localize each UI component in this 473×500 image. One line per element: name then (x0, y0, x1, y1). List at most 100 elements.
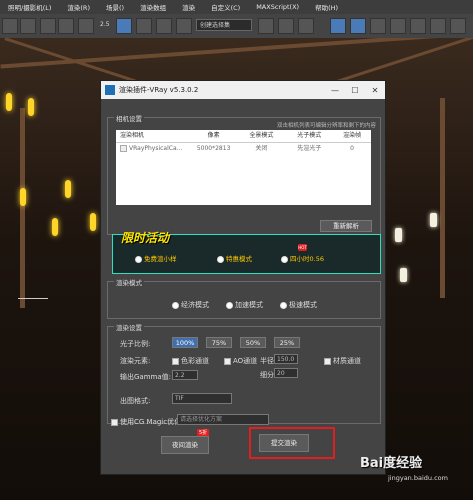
lamp-white (395, 228, 402, 242)
mirror-icon[interactable] (258, 18, 274, 34)
col-header: 像素 (207, 132, 220, 139)
radio-icon (280, 301, 287, 309)
move-tool-icon[interactable] (20, 18, 36, 34)
wooden-post (20, 108, 25, 308)
col-header: 渲染相机 (120, 132, 145, 139)
cell-frame: 0 (350, 145, 354, 152)
render-setup-icon[interactable] (330, 18, 346, 34)
minimize-icon[interactable]: — (325, 86, 345, 95)
gizmo-arrow (18, 298, 48, 299)
row-checkbox[interactable] (120, 145, 127, 152)
percent-snap-icon[interactable] (156, 18, 172, 34)
night-render-button[interactable]: 夜间渲染 (161, 436, 209, 454)
material-editor-icon[interactable] (390, 18, 406, 34)
cg-magic-dropdown[interactable]: 请选择优化方案 (177, 414, 269, 425)
vray-icon[interactable] (430, 18, 446, 34)
promo-option-label: 特惠模式 (226, 255, 252, 263)
link-tool-icon[interactable] (78, 18, 94, 34)
cg-magic-label: 使用CG Magic优化 (120, 418, 182, 426)
menu-item[interactable]: 渲染(R) (59, 2, 98, 12)
render-mode-group: 渲染模式 经济模式 加速模式 极速模式 (107, 277, 381, 319)
frame-buffer-icon[interactable] (450, 18, 466, 34)
ratio-75-button[interactable]: 75% (206, 337, 232, 348)
cg-magic-checkbox[interactable]: 使用CG Magic优化 (111, 417, 181, 427)
mode-accelerate[interactable]: 加速模式 (226, 300, 263, 310)
elem-material-label: 材质通道 (333, 357, 361, 365)
align-icon[interactable] (278, 18, 294, 34)
ceiling-beam (0, 38, 473, 69)
baidu-watermark: Bai度经验 (360, 456, 423, 471)
radius-field[interactable]: 150.0 (274, 354, 298, 364)
submit-highlight-frame (249, 427, 335, 459)
lantern-light (6, 93, 12, 111)
lantern-light (28, 98, 34, 116)
elem-ao-checkbox[interactable]: AO通道 (224, 356, 257, 366)
render-settings-group: 渲染设置 光子比例: 100% 75% 50% 25% 渲染元素: 色彩通道 A… (107, 322, 381, 424)
dialog-titlebar: 渲染插件-VRay v5.3.0.2 — ☐ ✕ (101, 81, 385, 99)
menu-item[interactable]: MAXScript(X) (248, 3, 307, 11)
subdiv-field[interactable]: 20 (274, 368, 298, 378)
elem-color-checkbox[interactable]: 色彩通道 (172, 356, 209, 366)
ratio-100-button[interactable]: 100% (172, 337, 198, 348)
teapot-icon[interactable] (410, 18, 426, 34)
menu-item[interactable]: 渲染 (174, 2, 203, 12)
ratio-25-button[interactable]: 25% (274, 337, 300, 348)
camera-name: VRayPhysicalCa... (129, 145, 183, 152)
render-frame-icon[interactable] (350, 18, 366, 34)
hot-badge: HOT (298, 244, 307, 251)
checkbox-icon (324, 357, 331, 365)
cell-pixels: 5000*2813 (196, 145, 231, 152)
ratio-50-button[interactable]: 50% (240, 337, 266, 348)
cell-panorama: 关闭 (255, 145, 268, 152)
main-toolbar: 2.5 创建选择集 (0, 14, 473, 39)
radio-icon (226, 301, 233, 309)
checkbox-icon (224, 357, 231, 365)
camera-table: 渲染相机 像素 全景模式 光子模式 渲染帧 VRayPhysicalCa... … (116, 130, 371, 205)
menu-item[interactable]: 场景() (98, 2, 132, 12)
promo-four-hours[interactable]: 四小时0.56 (281, 253, 324, 263)
reparse-button[interactable]: 重新解析 (320, 220, 372, 232)
rotate-tool-icon[interactable] (40, 18, 56, 34)
maximize-icon[interactable]: ☐ (345, 86, 365, 95)
menu-item[interactable]: 照明/摄影机(L) (0, 2, 59, 12)
elem-material-checkbox[interactable]: 材质通道 (324, 356, 361, 366)
wooden-post (440, 98, 445, 298)
photon-ratio-label: 光子比例: (120, 340, 151, 348)
lantern-light (90, 213, 96, 231)
lantern-light (20, 188, 26, 206)
menu-item[interactable]: 渲染数组 (132, 2, 174, 12)
snap-toggle-icon[interactable] (116, 18, 132, 34)
select-tool-icon[interactable] (2, 18, 18, 34)
format-select[interactable]: TIF (172, 393, 232, 404)
promo-free-sample[interactable]: 免费渲小样 (135, 253, 177, 263)
menu-item[interactable]: 自定义(C) (203, 2, 248, 12)
promo-option-label: 四小时0.56 (290, 255, 324, 263)
promo-discount-mode[interactable]: 特惠模式 (217, 253, 252, 263)
mode-economy[interactable]: 经济模式 (172, 300, 209, 310)
promo-banner: 限时活动 免费渲小样 特惠模式 四小时0.56 (112, 231, 381, 274)
col-header: 渲染帧 (343, 132, 362, 139)
mode-label: 极速模式 (289, 301, 317, 309)
promo-option-label: 免费渲小样 (144, 255, 177, 263)
table-header: 渲染相机 像素 全景模式 光子模式 渲染帧 (116, 130, 371, 143)
gamma-field[interactable]: 2.2 (172, 370, 198, 380)
render-mode-label: 渲染模式 (114, 277, 144, 287)
snap-value: 2.5 (100, 21, 110, 28)
lamp-white (430, 213, 437, 227)
elem-ao-label: AO通道 (233, 357, 258, 365)
menu-bar: 照明/摄影机(L) 渲染(R) 场景() 渲染数组 渲染 自定义(C) MAXS… (0, 0, 473, 14)
layer-icon[interactable] (298, 18, 314, 34)
mode-extreme[interactable]: 极速模式 (280, 300, 317, 310)
close-icon[interactable]: ✕ (365, 86, 385, 95)
table-row[interactable]: VRayPhysicalCa... 5000*2813 关闭 先渲光子 0 (116, 143, 371, 155)
camera-hint: 双击相机列表可编辑分辨率和剩下的内容 (276, 123, 376, 129)
angle-snap-icon[interactable] (136, 18, 152, 34)
render-icon[interactable] (370, 18, 386, 34)
menu-item[interactable]: 帮助(H) (307, 2, 346, 12)
scale-tool-icon[interactable] (58, 18, 74, 34)
radio-icon (172, 301, 179, 309)
gamma-label: 输出Gamma值: (120, 373, 171, 381)
spinner-snap-icon[interactable] (176, 18, 192, 34)
selection-set-dropdown[interactable]: 创建选择集 (196, 19, 252, 31)
format-label: 出图格式: (120, 397, 151, 405)
